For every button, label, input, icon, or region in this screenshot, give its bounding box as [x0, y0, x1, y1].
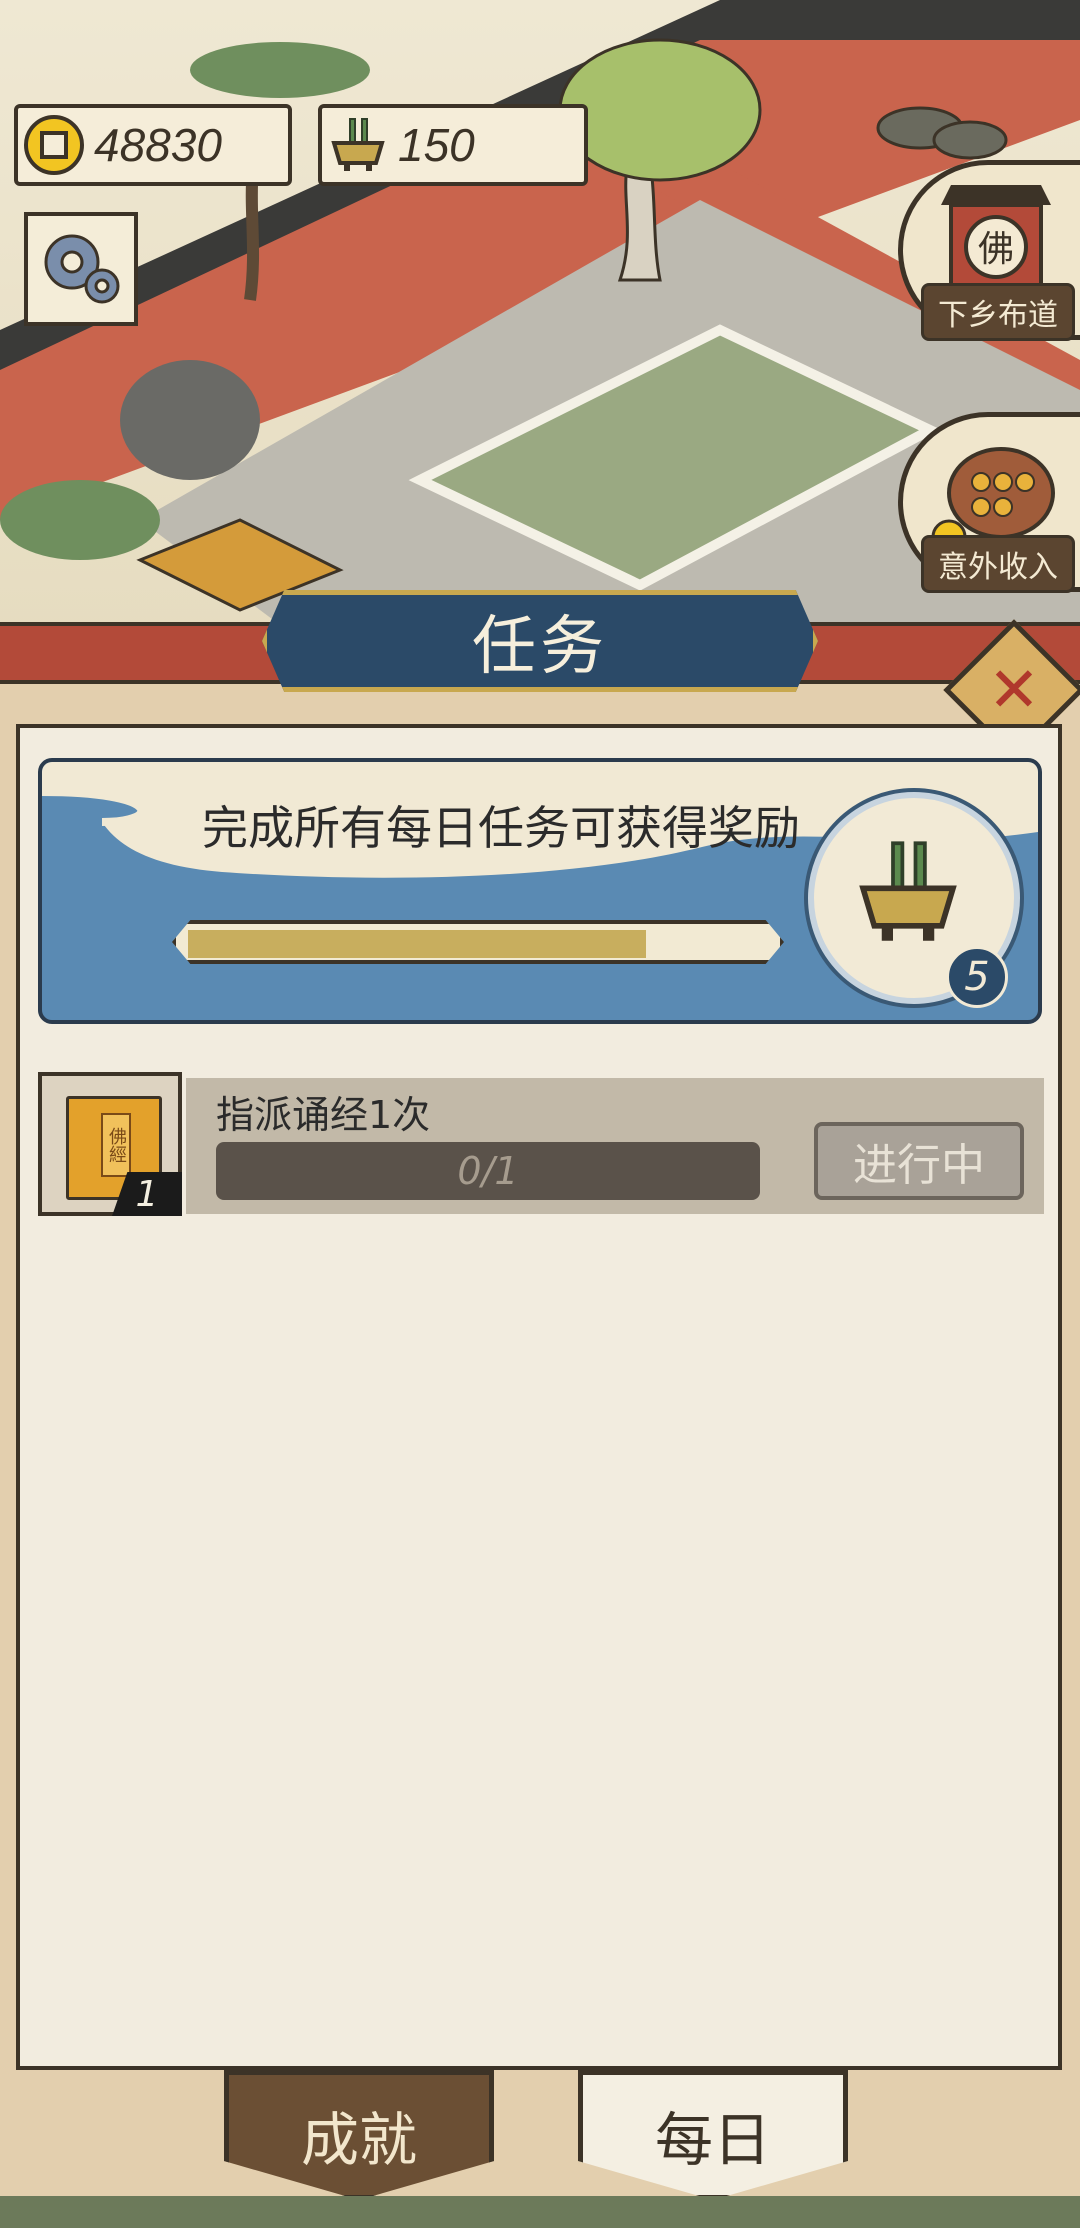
book-label: 佛經 — [101, 1113, 131, 1177]
copper-coin-icon — [18, 109, 90, 181]
incense-burner-icon — [859, 841, 957, 941]
task-icon-frame: 佛經 1 — [38, 1072, 182, 1216]
tab-achievements-label: 成就 — [300, 2106, 417, 2174]
extra-income-button[interactable]: 意外收入 — [898, 412, 1080, 593]
reward-count-badge: 5 — [946, 946, 1008, 1008]
task-title: 指派诵经1次 — [216, 1093, 431, 1137]
panel-title: 任务 — [472, 610, 608, 684]
preach-label: 下乡布道 — [921, 283, 1075, 341]
daily-reward-card: 完成所有每日任务可获得奖励 5 — [38, 758, 1042, 1024]
task-progress-bar: 0/1 — [216, 1142, 760, 1200]
gear-icon — [44, 234, 120, 304]
settings-button[interactable] — [24, 212, 138, 326]
tab-achievements[interactable]: 成就 — [224, 2070, 494, 2200]
task-status-label: 进行中 — [853, 1140, 985, 1191]
coin-value: 48830 — [94, 119, 222, 171]
preach-in-village-button[interactable]: 佛 下乡布道 — [898, 160, 1080, 341]
incense-counter: 150 — [318, 104, 588, 186]
tab-daily-label: 每日 — [654, 2106, 771, 2174]
reward-description: 完成所有每日任务可获得奖励 — [202, 801, 800, 855]
task-status-button[interactable]: 进行中 — [814, 1122, 1024, 1200]
incense-burner-icon — [322, 109, 394, 181]
close-icon: ✕ — [988, 653, 1040, 726]
svg-text:佛: 佛 — [978, 229, 1014, 270]
reward-progress-bar — [172, 920, 784, 964]
incense-value: 150 — [398, 119, 475, 171]
income-label: 意外收入 — [921, 535, 1075, 593]
bottom-scenery-strip — [0, 2196, 1080, 2228]
task-progress-text: 0/1 — [457, 1149, 519, 1193]
tab-daily[interactable]: 每日 — [578, 2070, 848, 2200]
coin-counter: 48830 — [14, 104, 292, 186]
reward-progress-fill — [188, 930, 646, 958]
panel-title-plate: 任务 — [262, 590, 818, 692]
